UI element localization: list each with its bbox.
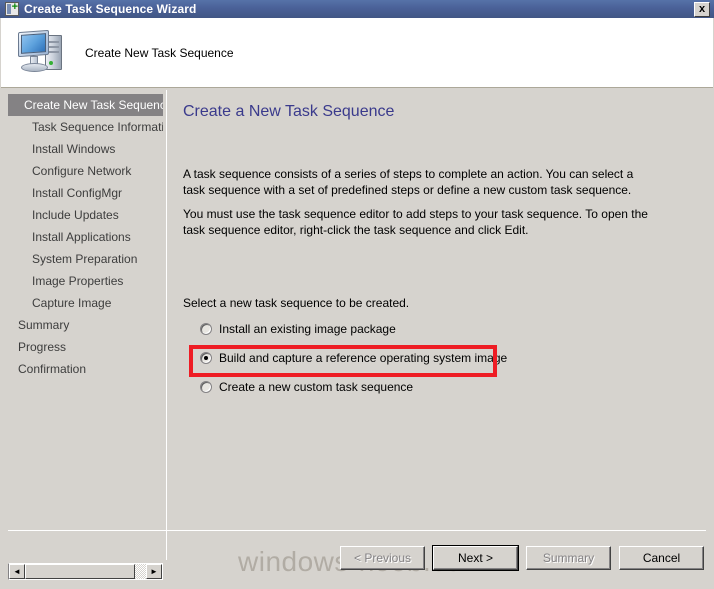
page-title: Create a New Task Sequence xyxy=(183,103,395,120)
sidebar-item-install-windows[interactable]: Install Windows xyxy=(8,138,163,160)
monitor-screen-shape xyxy=(21,32,46,54)
radio-icon[interactable] xyxy=(200,323,212,335)
radio-option-build-and-capture-reference-image[interactable]: Build and capture a reference operating … xyxy=(183,347,583,369)
cancel-button[interactable]: Cancel xyxy=(619,546,704,570)
title-bar: Create Task Sequence Wizard x xyxy=(0,0,714,18)
scrollbar-thumb[interactable] xyxy=(25,564,135,579)
close-icon[interactable]: x xyxy=(694,1,710,17)
sidebar-item-include-updates[interactable]: Include Updates xyxy=(8,204,163,226)
sidebar-item-capture-image[interactable]: Capture Image xyxy=(8,292,163,314)
sidebar-item-summary[interactable]: Summary xyxy=(8,314,163,336)
panel-divider xyxy=(166,90,167,560)
radio-option-label: Build and capture a reference operating … xyxy=(219,351,508,365)
task-sequence-wizard-icon xyxy=(5,0,19,16)
wizard-banner: Create New Task Sequence xyxy=(1,18,713,88)
monitor-base-shape xyxy=(21,62,48,72)
sidebar-item-create-new-task-sequence[interactable]: Create New Task Sequence xyxy=(8,94,163,116)
radio-selected-icon[interactable] xyxy=(200,352,212,364)
task-sequence-type-radio-group: Install an existing image package Build … xyxy=(183,318,583,398)
wizard-button-bar: < Previous Next > Summary Cancel xyxy=(340,545,704,571)
previous-button[interactable]: < Previous xyxy=(340,546,425,570)
summary-button[interactable]: Summary xyxy=(526,546,611,570)
banner-title: Create New Task Sequence xyxy=(85,45,234,60)
window-title: Create Task Sequence Wizard xyxy=(24,2,197,16)
sidebar-item-task-sequence-information[interactable]: Task Sequence Informatio xyxy=(8,116,163,138)
scroll-right-arrow-icon[interactable]: ► xyxy=(146,564,162,579)
radio-option-install-existing-image-package[interactable]: Install an existing image package xyxy=(183,318,583,340)
radio-option-label: Create a new custom task sequence xyxy=(219,380,414,394)
description-paragraph-2: You must use the task sequence editor to… xyxy=(183,207,648,237)
sidebar-item-system-preparation[interactable]: System Preparation xyxy=(8,248,163,270)
description-paragraph-1: A task sequence consists of a series of … xyxy=(183,167,634,197)
sidebar-item-install-applications[interactable]: Install Applications xyxy=(8,226,163,248)
scroll-left-arrow-icon[interactable]: ◄ xyxy=(9,564,25,579)
sidebar-horizontal-scrollbar[interactable]: ◄ ► xyxy=(8,563,163,580)
next-button[interactable]: Next > xyxy=(432,545,519,571)
sidebar-item-image-properties[interactable]: Image Properties xyxy=(8,270,163,292)
footer-separator xyxy=(8,530,706,531)
sidebar-item-install-configmgr[interactable]: Install ConfigMgr xyxy=(8,182,163,204)
radio-option-create-new-custom-task-sequence[interactable]: Create a new custom task sequence xyxy=(183,376,583,398)
sidebar-item-configure-network[interactable]: Configure Network xyxy=(8,160,163,182)
main-content-panel: Create a New Task Sequence A task sequen… xyxy=(170,90,710,530)
create-task-sequence-wizard-window: Create Task Sequence Wizard x Create New… xyxy=(0,0,714,589)
sidebar-item-progress[interactable]: Progress xyxy=(8,336,163,358)
radio-option-label: Install an existing image package xyxy=(219,322,396,336)
sidebar-item-confirmation[interactable]: Confirmation xyxy=(8,358,163,380)
wizard-steps-list: Create New Task Sequence Task Sequence I… xyxy=(8,94,163,560)
scrollbar-track[interactable] xyxy=(135,564,146,579)
computer-monitor-icon xyxy=(17,29,71,77)
option-group-label: Select a new task sequence to be created… xyxy=(183,296,410,310)
radio-icon[interactable] xyxy=(200,381,212,393)
wizard-steps-sidebar: Create New Task Sequence Task Sequence I… xyxy=(8,94,163,560)
